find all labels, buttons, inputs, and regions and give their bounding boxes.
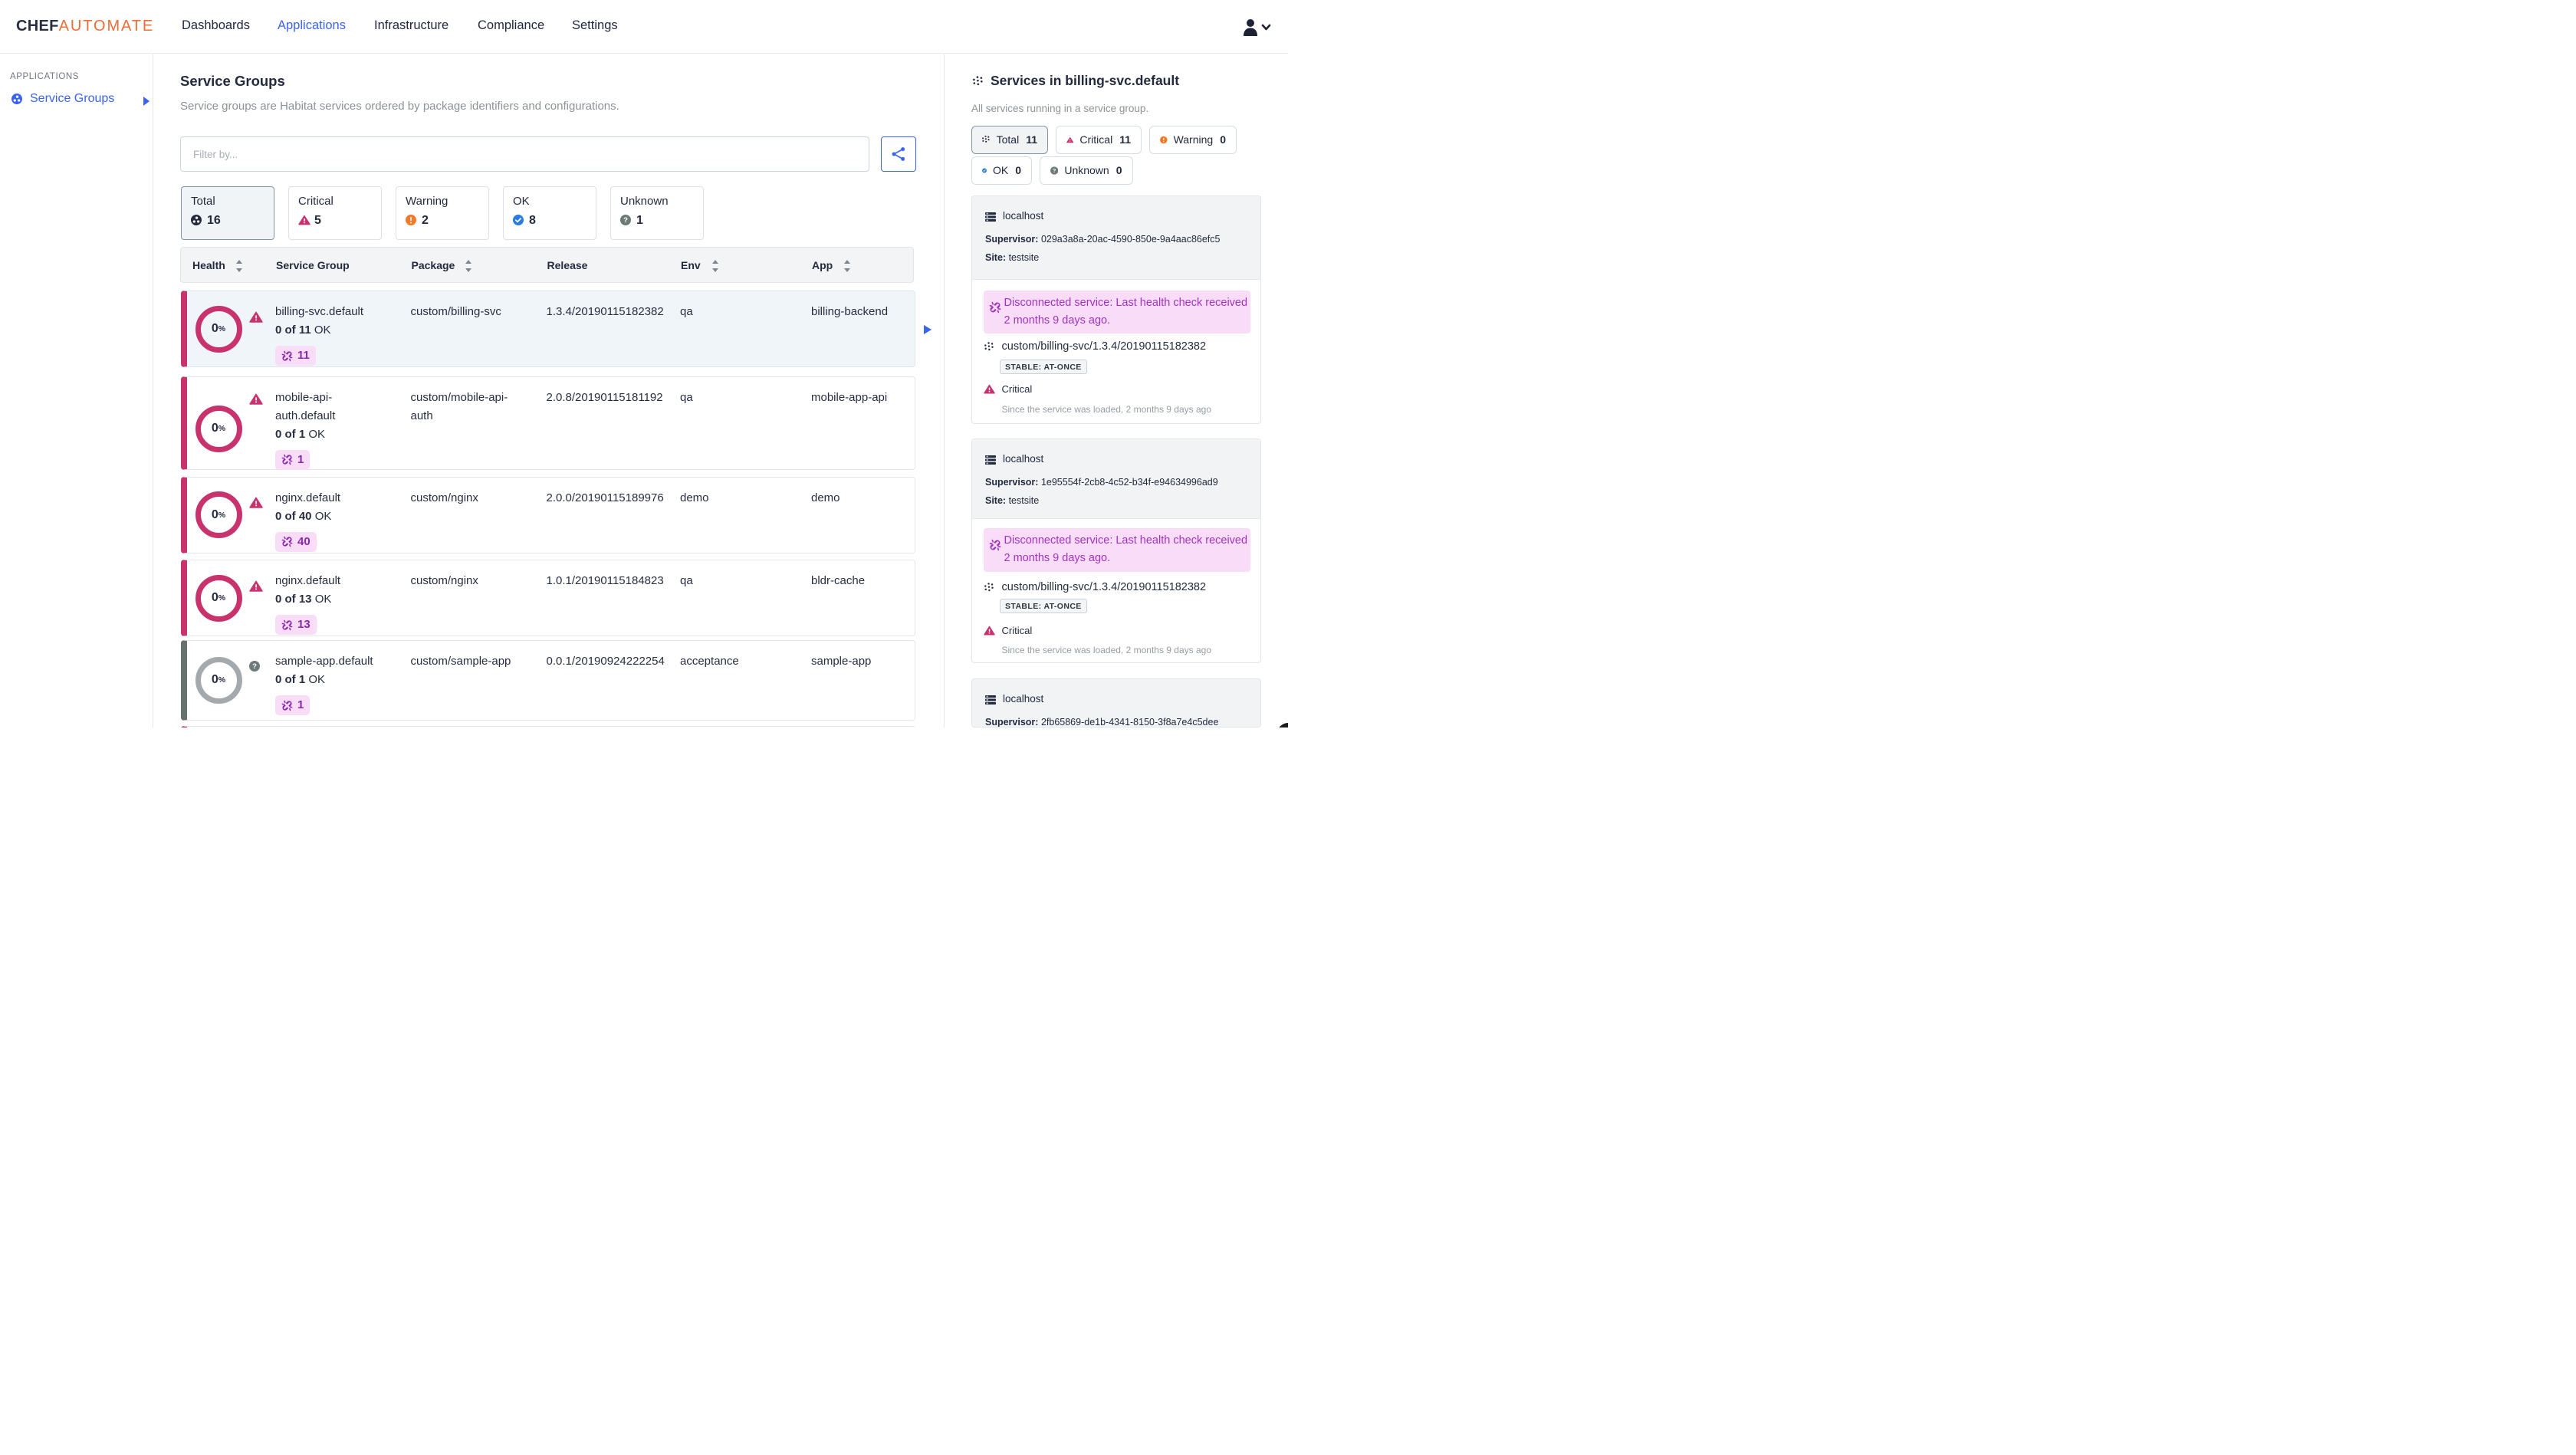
svg-text:?: ? [623,216,628,225]
svg-text:?: ? [252,662,257,671]
svg-text:?: ? [1053,168,1056,173]
